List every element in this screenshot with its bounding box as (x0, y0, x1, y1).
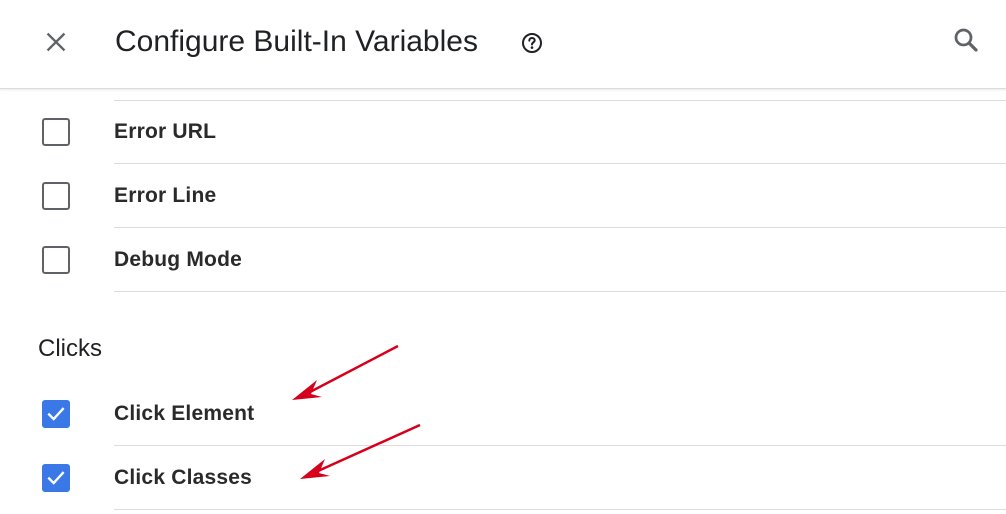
checkbox-debug-mode[interactable] (42, 246, 70, 274)
variable-label: Click Classes (114, 466, 253, 489)
row-divider (114, 291, 1006, 292)
search-button[interactable] (944, 18, 988, 62)
variable-label: Error URL (114, 120, 217, 143)
page-title: Configure Built-In Variables (115, 25, 478, 58)
variable-row-debug-mode[interactable]: Debug Mode (0, 228, 1006, 292)
search-icon[interactable] (951, 25, 981, 55)
help-circle-icon[interactable] (520, 31, 544, 55)
configure-built-in-variables-panel: Configure Built-In Variables Error URL E… (0, 0, 1006, 514)
checkbox-click-element[interactable] (42, 400, 70, 428)
panel-header: Configure Built-In Variables (0, 0, 1006, 89)
variable-label: Error Line (114, 184, 217, 207)
section-title-clicks: Clicks (38, 335, 102, 362)
checkbox-error-url[interactable] (42, 118, 70, 146)
checkmark-icon (47, 471, 65, 485)
checkbox-error-line[interactable] (42, 182, 70, 210)
checkbox-click-classes[interactable] (42, 464, 70, 492)
variable-label: Click Element (114, 402, 255, 425)
variable-row-error-line[interactable]: Error Line (0, 164, 1006, 228)
checkmark-icon (47, 407, 65, 421)
row-divider (114, 100, 1006, 101)
variable-label: Debug Mode (114, 248, 242, 271)
variable-row-click-element[interactable]: Click Element (0, 382, 1006, 446)
variable-row-error-url[interactable]: Error URL (0, 100, 1006, 164)
close-button[interactable] (36, 22, 76, 62)
close-icon[interactable] (43, 29, 69, 55)
row-divider (114, 509, 1006, 510)
variable-row-click-classes[interactable]: Click Classes (0, 446, 1006, 510)
